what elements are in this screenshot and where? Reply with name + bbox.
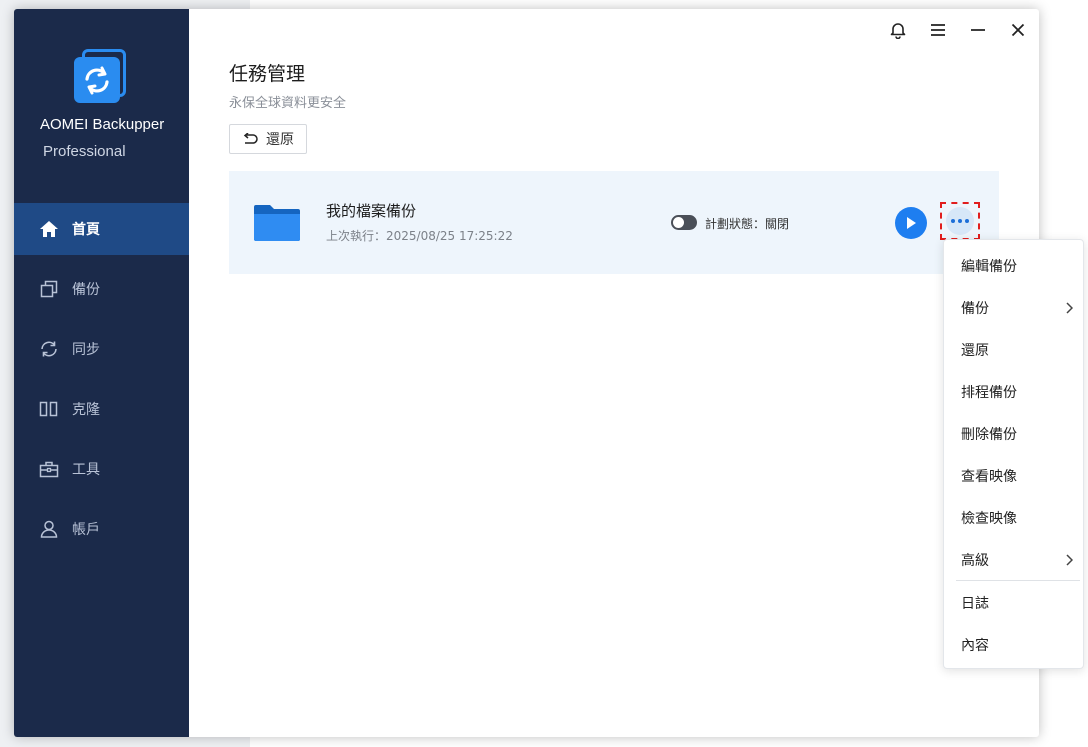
menu-item-label: 查看映像 (961, 469, 1017, 485)
minimize-icon[interactable] (967, 19, 989, 41)
bell-icon[interactable] (887, 19, 909, 41)
undo-icon (243, 133, 258, 144)
restore-button[interactable]: 還原 (229, 124, 307, 154)
app-window: AOMEI Backupper Professional 首頁 備份 同步 克隆 (14, 9, 1039, 737)
page-title: 任務管理 (229, 63, 306, 85)
menu-item-label: 高級 (961, 553, 989, 569)
sidebar-item-sync[interactable]: 同步 (14, 323, 189, 375)
menu-item-label: 編輯備份 (961, 259, 1017, 275)
restore-button-label: 還原 (266, 132, 294, 148)
task-card[interactable]: 我的檔案備份 上次執行：2025/08/25 17:25:22 計劃狀態：關閉 (229, 171, 999, 274)
sidebar-item-clone[interactable]: 克隆 (14, 383, 189, 435)
menu-item-label: 還原 (961, 343, 989, 359)
chevron-right-icon (1066, 302, 1073, 314)
sidebar-item-tools[interactable]: 工具 (14, 443, 189, 495)
sidebar-item-backup[interactable]: 備份 (14, 263, 189, 315)
sidebar-item-label: 首頁 (72, 222, 100, 238)
sidebar-item-account[interactable]: 帳戶 (14, 503, 189, 555)
plan-toggle[interactable] (671, 215, 697, 230)
main-content: 任務管理 永保全球資料更安全 還原 我的檔案備份 上次執行：2025/08/25… (189, 9, 1039, 737)
task-name: 我的檔案備份 (326, 202, 417, 220)
app-name: AOMEI Backupper (40, 116, 165, 133)
app-edition: Professional (43, 143, 126, 160)
menu-item-label: 檢查映像 (961, 511, 1017, 527)
menu-item-delete-backup[interactable]: 刪除備份 (944, 413, 1083, 455)
close-icon[interactable] (1007, 19, 1029, 41)
sidebar-item-label: 克隆 (72, 402, 100, 418)
menu-item-advanced[interactable]: 高級 (944, 539, 1083, 581)
user-icon (38, 518, 60, 540)
sidebar-item-home[interactable]: 首頁 (14, 203, 189, 255)
menu-icon[interactable] (927, 19, 949, 41)
menu-item-backup[interactable]: 備份 (944, 287, 1083, 329)
menu-item-check-image[interactable]: 檢查映像 (944, 497, 1083, 539)
more-options-button[interactable] (940, 202, 980, 240)
menu-item-log[interactable]: 日誌 (944, 582, 1083, 624)
toolbox-icon (38, 458, 60, 480)
menu-item-edit-backup[interactable]: 編輯備份 (944, 245, 1083, 287)
menu-item-properties[interactable]: 內容 (944, 624, 1083, 666)
app-logo-icon (72, 47, 132, 109)
menu-item-label: 刪除備份 (961, 427, 1017, 443)
folder-icon (253, 203, 301, 243)
home-icon (38, 218, 60, 240)
menu-item-label: 備份 (961, 301, 989, 317)
backup-icon (38, 278, 60, 300)
menu-item-schedule-backup[interactable]: 排程備份 (944, 371, 1083, 413)
sidebar-item-label: 工具 (72, 462, 100, 478)
plan-status: 計劃狀態：關閉 (705, 217, 790, 231)
sync-icon (38, 338, 60, 360)
run-backup-button[interactable] (895, 207, 927, 239)
sidebar: AOMEI Backupper Professional 首頁 備份 同步 克隆 (14, 9, 189, 737)
menu-item-label: 排程備份 (961, 385, 1017, 401)
sidebar-item-label: 帳戶 (72, 522, 100, 538)
chevron-right-icon (1066, 554, 1073, 566)
sidebar-item-label: 備份 (72, 282, 100, 298)
menu-item-label: 日誌 (961, 596, 989, 612)
menu-item-restore[interactable]: 還原 (944, 329, 1083, 371)
menu-item-label: 內容 (961, 638, 989, 654)
menu-item-view-image[interactable]: 查看映像 (944, 455, 1083, 497)
clone-icon (38, 398, 60, 420)
more-icon (946, 207, 974, 235)
page-subtitle: 永保全球資料更安全 (229, 96, 347, 111)
task-last-run: 上次執行：2025/08/25 17:25:22 (326, 229, 513, 243)
context-menu: 編輯備份 備份 還原 排程備份 刪除備份 查看映像 檢查映像 高級 日誌 內容 (943, 239, 1084, 669)
sidebar-item-label: 同步 (72, 342, 100, 358)
menu-divider (956, 580, 1080, 581)
play-icon (907, 217, 916, 229)
